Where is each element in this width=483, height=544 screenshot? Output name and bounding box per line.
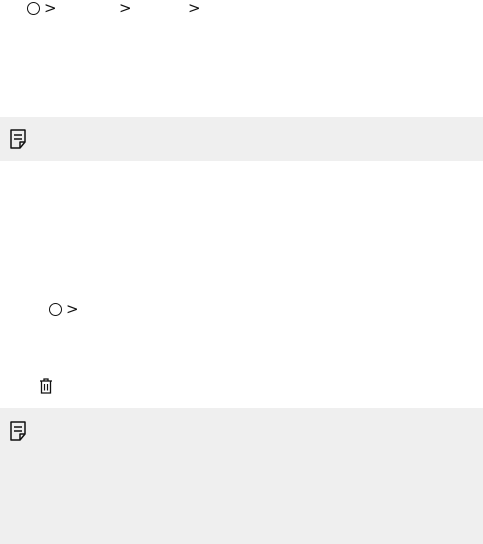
home-circle-icon — [27, 2, 40, 15]
trash-icon — [40, 378, 52, 394]
chevron-right-icon: > — [188, 0, 201, 17]
note-icon — [10, 129, 26, 149]
note-icon — [10, 421, 26, 441]
note-box — [0, 408, 483, 544]
home-circle-icon — [49, 303, 62, 316]
chevron-right-icon: > — [44, 0, 57, 17]
note-box — [0, 117, 483, 161]
chevron-right-icon: > — [119, 0, 132, 17]
chevron-right-icon: > — [66, 300, 79, 318]
